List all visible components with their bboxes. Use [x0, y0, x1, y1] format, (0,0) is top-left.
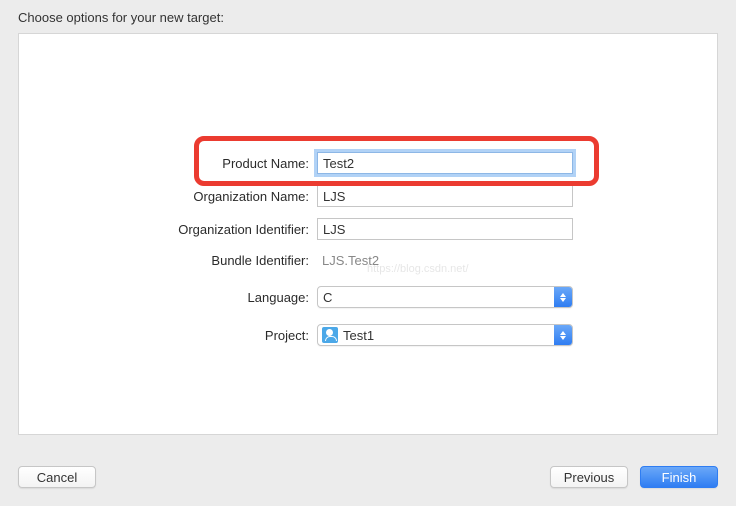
- bundle-identifier-label: Bundle Identifier:: [19, 253, 317, 268]
- language-select[interactable]: C: [317, 286, 573, 308]
- project-select[interactable]: Test1: [317, 324, 573, 346]
- organization-name-row: Organization Name:: [19, 185, 717, 207]
- previous-button[interactable]: Previous: [550, 466, 628, 488]
- finish-button[interactable]: Finish: [640, 466, 718, 488]
- organization-identifier-label: Organization Identifier:: [19, 222, 317, 237]
- dialog-heading: Choose options for your new target:: [0, 0, 736, 33]
- stepper-arrows-icon: [554, 287, 572, 307]
- project-row: Project: Test1: [19, 324, 717, 346]
- product-name-row: Product Name:: [19, 152, 717, 174]
- product-name-input[interactable]: [317, 152, 573, 174]
- product-name-label: Product Name:: [19, 156, 317, 171]
- organization-name-label: Organization Name:: [19, 189, 317, 204]
- language-value: C: [323, 290, 332, 305]
- form-area: Product Name: Organization Name: Organiz…: [19, 152, 717, 357]
- project-value: Test1: [343, 328, 374, 343]
- bundle-identifier-value: LJS.Test2: [317, 251, 573, 270]
- organization-name-input[interactable]: [317, 185, 573, 207]
- dialog-footer: Cancel Previous Finish: [0, 448, 736, 506]
- project-label: Project:: [19, 328, 317, 343]
- language-row: Language: C: [19, 286, 717, 308]
- organization-identifier-row: Organization Identifier:: [19, 218, 717, 240]
- bundle-identifier-row: Bundle Identifier: LJS.Test2: [19, 251, 717, 270]
- options-panel: Product Name: Organization Name: Organiz…: [18, 33, 718, 435]
- cancel-button[interactable]: Cancel: [18, 466, 96, 488]
- project-icon: [322, 327, 338, 343]
- stepper-arrows-icon: [554, 325, 572, 345]
- language-label: Language:: [19, 290, 317, 305]
- organization-identifier-input[interactable]: [317, 218, 573, 240]
